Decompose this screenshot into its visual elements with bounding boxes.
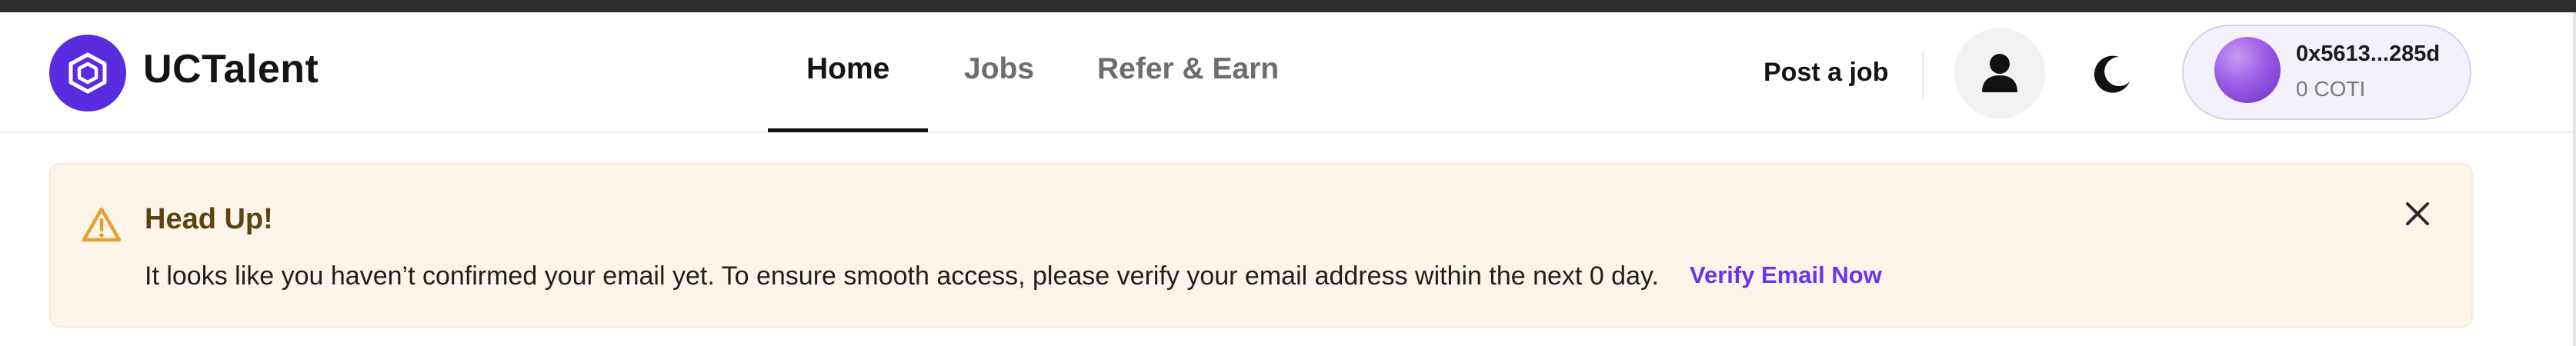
warning-icon [82, 207, 122, 242]
alert-message: It looks like you haven’t confirmed your… [145, 261, 1659, 291]
wallet-balance: 0 COTI [2296, 77, 2366, 101]
nav-jobs[interactable]: Jobs [964, 52, 1034, 86]
site-header: UCTalent Home Jobs Refer & Earn Post a j… [0, 12, 2576, 133]
verify-email-link[interactable]: Verify Email Now [1690, 261, 1882, 289]
brand-name[interactable]: UCTalent [143, 46, 319, 92]
page-scrollbar[interactable] [2573, 12, 2576, 346]
header-divider [1922, 51, 1924, 100]
alert-title: Head Up! [145, 203, 273, 235]
close-icon[interactable] [2402, 198, 2433, 229]
wallet-avatar [2214, 37, 2281, 103]
theme-toggle-button[interactable] [2090, 52, 2134, 97]
hexagon-logo-icon [68, 52, 107, 94]
email-verification-alert: Head Up! It looks like you haven’t confi… [49, 163, 2473, 328]
brand-logo[interactable] [49, 35, 126, 111]
browser-top-strip [0, 0, 2576, 12]
account-button[interactable] [1954, 28, 2045, 118]
user-icon [1982, 54, 2017, 92]
active-tab-indicator [768, 128, 928, 132]
moon-icon [2094, 55, 2130, 93]
wallet-address: 0x5613...285d [2296, 42, 2441, 66]
nav-refer-earn[interactable]: Refer & Earn [1097, 52, 1279, 86]
post-job-button[interactable]: Post a job [1763, 58, 1888, 88]
nav-home[interactable]: Home [806, 52, 889, 86]
wallet-button[interactable]: 0x5613...285d 0 COTI [2182, 25, 2471, 120]
